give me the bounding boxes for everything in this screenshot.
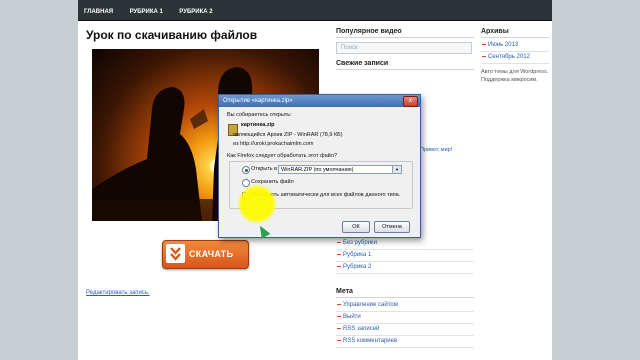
dialog-file-type: являющийся Архив ZIP - WinRAR (78,9 КБ) (233, 132, 343, 138)
archives-heading: Архивы (481, 28, 549, 38)
category-no-rubric[interactable]: Без рубрики (336, 238, 474, 250)
meta-link-admin[interactable]: Управление сайтом (336, 300, 474, 312)
recent-comment-snippet[interactable]: Привет, мир! (420, 147, 452, 153)
recent-posts-heading: Свежие записи (336, 60, 474, 70)
dialog-intro: Вы собираетесь открыть: (227, 112, 292, 118)
meta-link-rss-posts[interactable]: RSS записей (336, 324, 474, 336)
popular-video-heading: Популярное видео (336, 28, 474, 38)
categories-list: Без рубрики Рубрика 1 Рубрика 2 (336, 238, 474, 274)
open-with-label: Открыть в (251, 166, 278, 172)
cursor-highlight (237, 184, 277, 224)
open-with-value: WinRAR.ZIP (по умолчанию) (281, 167, 354, 173)
nav-item-home[interactable]: Главная (78, 2, 119, 22)
double-chevron-down-icon (166, 244, 185, 263)
download-button-label: СКАЧАТЬ (189, 249, 234, 259)
archive-september-2012[interactable]: Сентябрь 2012 (481, 52, 549, 64)
meta-heading: Мета (336, 288, 474, 298)
top-navigation: Главная Рубрика 1 Рубрика 2 (78, 0, 552, 21)
category-rubric-2[interactable]: Рубрика 2 (336, 262, 474, 274)
archive-june-2013[interactable]: Июнь 2013 (481, 40, 549, 52)
dialog-file-source: из http://uroki.prokachaimlm.com (233, 141, 314, 147)
archives-note-2: Поддержка микросим. (481, 77, 538, 83)
download-button[interactable]: СКАЧАТЬ (162, 240, 249, 269)
cancel-button[interactable]: Отмена (374, 221, 410, 233)
sidebar-primary: Популярное видео Поиск Свежие записи (336, 28, 474, 70)
archives-list: Июнь 2013 Сентябрь 2012 (481, 40, 549, 64)
edit-post-link[interactable]: Редактировать запись. (86, 290, 150, 296)
open-with-radio[interactable] (242, 166, 250, 174)
nav-item-category-1[interactable]: Рубрика 1 (124, 2, 169, 22)
archives-note-1: Авто темы для Wordpress. (481, 69, 549, 75)
post-title: Урок по скачиванию файлов (86, 28, 258, 42)
dialog-title: Открытие «картинка.zip» (219, 95, 420, 107)
meta-link-logout[interactable]: Выйти (336, 312, 474, 324)
category-rubric-1[interactable]: Рубрика 1 (336, 250, 474, 262)
sidebar-archives: Архивы Июнь 2013 Сентябрь 2012 Авто темы… (481, 28, 549, 84)
meta-widget: Мета Управление сайтом Выйти RSS записей… (336, 288, 474, 348)
close-icon[interactable]: x (403, 96, 418, 107)
meta-links: Управление сайтом Выйти RSS записей RSS … (336, 300, 474, 348)
search-input[interactable]: Поиск (336, 42, 472, 54)
nav-item-category-2[interactable]: Рубрика 2 (173, 2, 218, 22)
chevron-down-icon: ▼ (392, 166, 401, 173)
dialog-question: Как Firefox следует обработать этот файл… (227, 153, 338, 159)
dialog-filename: картинка.zip (241, 122, 275, 128)
meta-link-rss-comments[interactable]: RSS комментариев (336, 336, 474, 348)
open-with-select[interactable]: WinRAR.ZIP (по умолчанию) ▼ (278, 165, 402, 174)
ok-button[interactable]: ОК (342, 221, 370, 233)
